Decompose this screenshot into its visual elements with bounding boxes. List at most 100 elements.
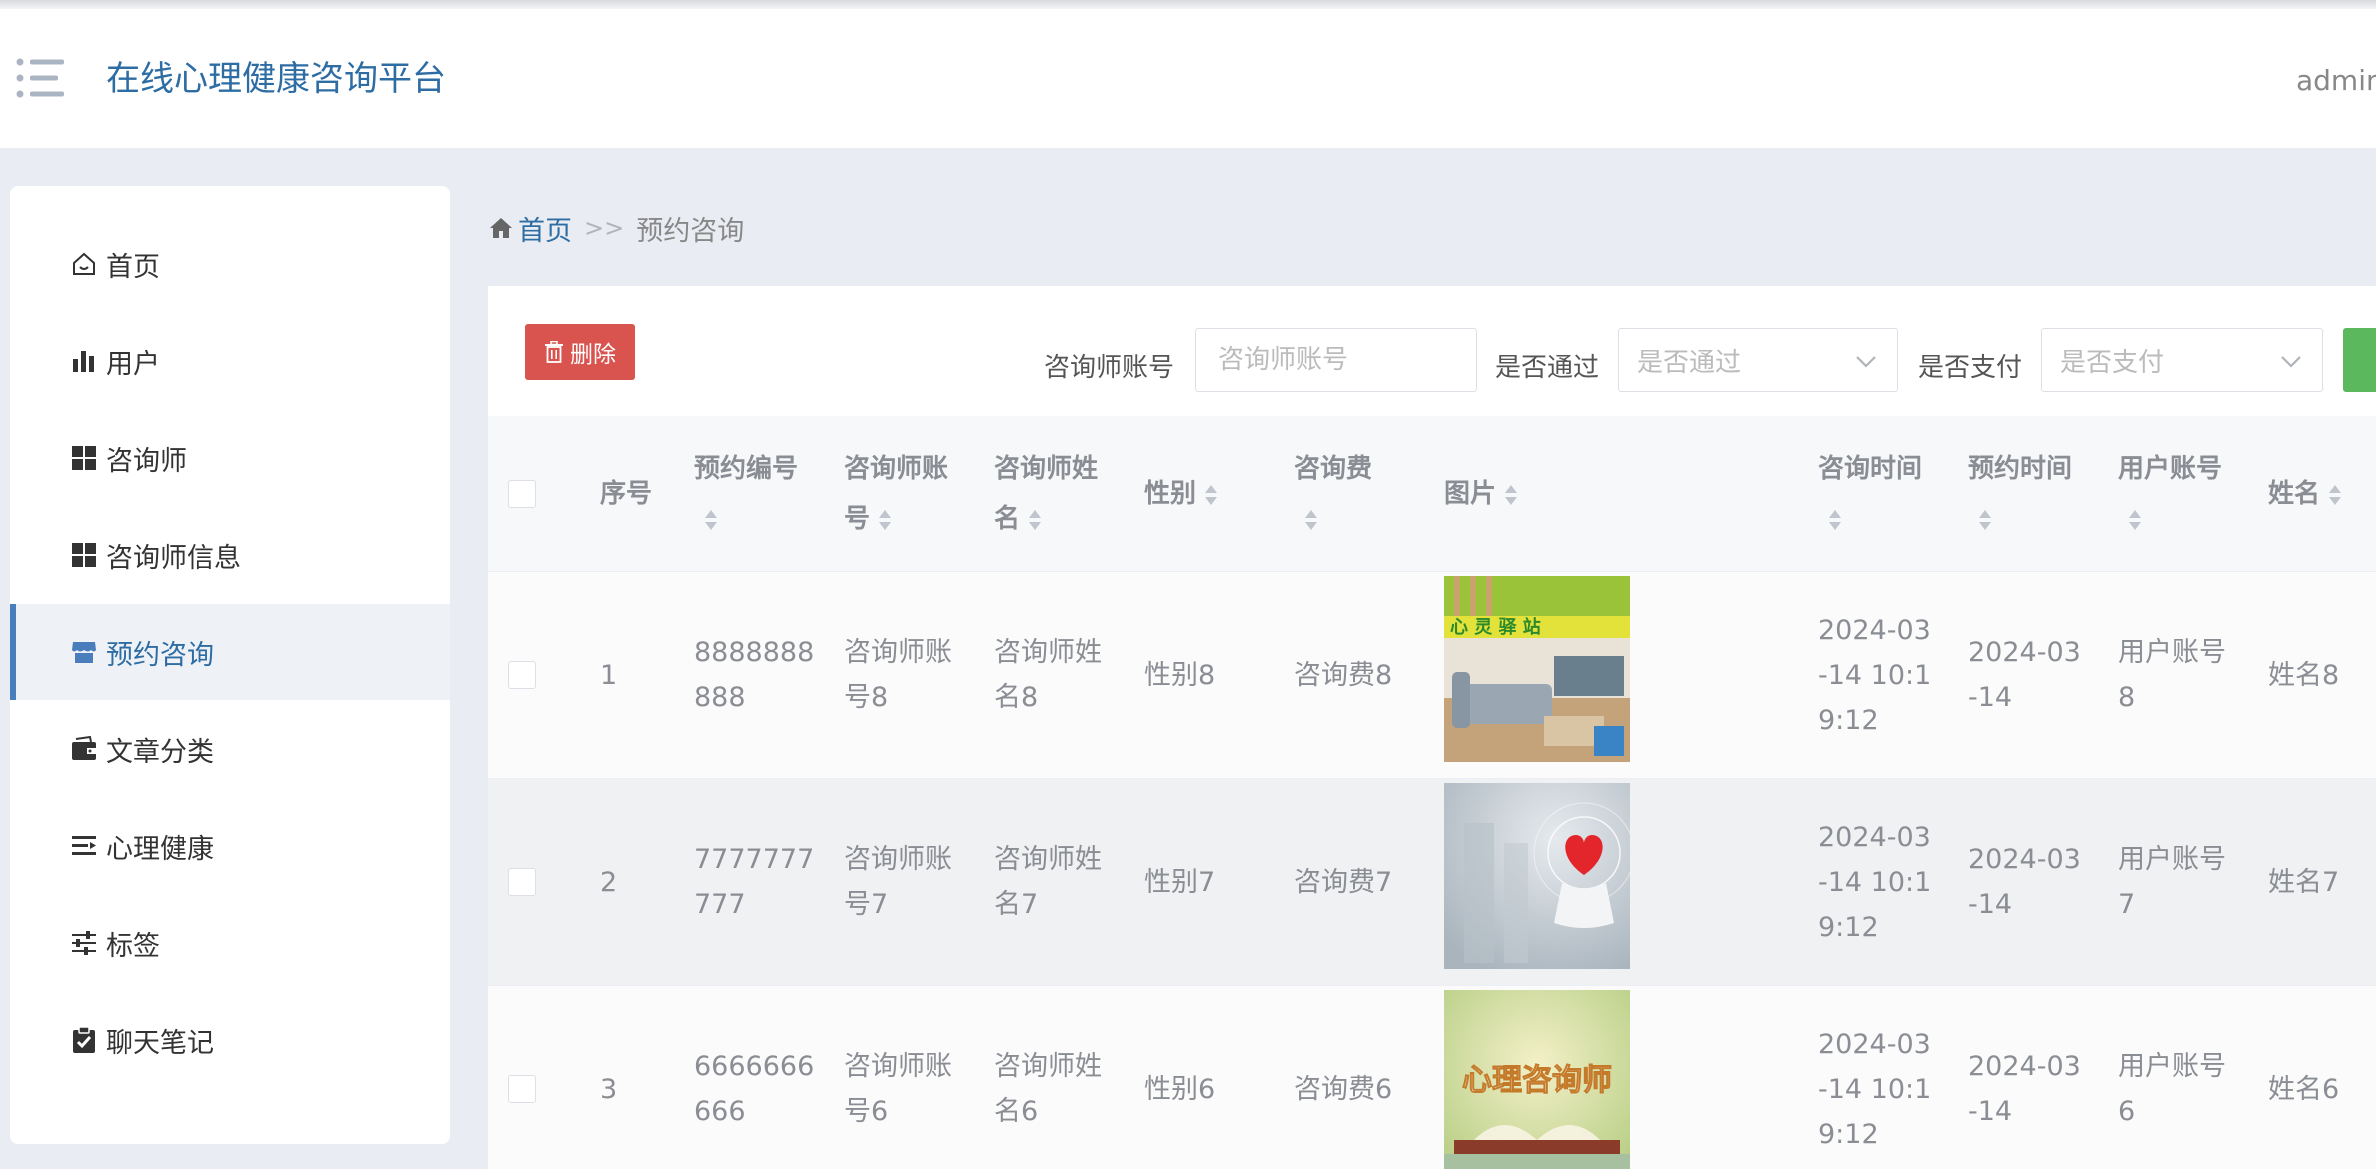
col-counselor-name-label-2: 名 [994,504,1021,534]
sidebar-item-label: 首页 [106,251,160,283]
cell-line: 号6 [844,1096,889,1127]
table-row[interactable]: 3 6666666 666 咨询师账 号6 咨询师姓 名6 性别6 咨询费6 心理咨询… [488,986,2376,1169]
cell-user-account: 用户账号 6 [2118,1044,2226,1134]
cell-counselor-name: 咨询师姓 名7 [994,837,1102,927]
cell-line: -14 10:1 [1818,1074,1932,1105]
row-checkbox[interactable] [508,868,536,896]
trash-icon [545,341,563,363]
grid-icon [68,442,100,474]
col-booking-no[interactable]: 预约编号 [694,444,798,544]
counselor-account-input[interactable] [1195,328,1477,392]
sidebar-item-tags[interactable]: 标签 [10,895,450,991]
cell-line: 666 [694,1096,746,1127]
search-button[interactable] [2343,328,2376,392]
sort-icon[interactable] [1026,507,1044,533]
breadcrumb-home-link[interactable]: 首页 [518,209,572,248]
cell-line: 7777777 [694,844,815,875]
cell-line: 7 [2118,889,2136,920]
col-image[interactable]: 图片 [1444,469,1520,519]
sidebar-item-chat-notes[interactable]: 聊天笔记 [10,992,450,1088]
cell-name: 姓名6 [2268,1074,2340,1105]
menu-toggle-icon[interactable] [16,57,66,99]
cell-line: -14 10:1 [1818,660,1932,691]
cell-user-account: 用户账号 7 [2118,837,2226,927]
breadcrumb: 首页 >> 预约咨询 [488,208,744,248]
col-name[interactable]: 姓名 [2268,469,2344,519]
sidebar-item-users[interactable]: 用户 [10,313,450,409]
cell-line: 咨询师姓 [994,1051,1102,1082]
row-checkbox[interactable] [508,1075,536,1103]
sidebar-item-counselor-info[interactable]: 咨询师信息 [10,507,450,603]
approved-select[interactable]: 是否通过 [1618,328,1898,392]
current-user[interactable]: admin [2296,63,2376,99]
select-all-checkbox[interactable] [508,480,536,508]
col-booking-time-label: 预约时间 [1968,454,2073,484]
bar-chart-icon [68,345,100,377]
col-gender-label: 性别 [1144,479,1197,509]
sidebar-item-label: 心理健康 [106,833,214,865]
sort-icon[interactable] [1202,482,1220,508]
sort-icon[interactable] [2326,482,2344,508]
sort-icon[interactable] [702,507,720,533]
sidebar-item-counselor[interactable]: 咨询师 [10,410,450,506]
col-counselor-name[interactable]: 咨询师姓 名 [994,444,1098,544]
col-counselor-account[interactable]: 咨询师账 号 [844,444,948,544]
clipboard-check-icon [68,1024,100,1056]
home-icon [490,218,512,238]
sort-icon[interactable] [876,507,894,533]
cell-line: 名6 [994,1096,1039,1127]
sort-icon[interactable] [1302,507,1320,533]
cell-line: 咨询师账 [844,637,952,668]
sidebar-item-label: 咨询师 [106,445,187,477]
cell-line: 2024-03 [1818,615,1931,646]
col-user-account-label: 用户账号 [2118,454,2223,484]
cell-line: 8 [2118,682,2136,713]
sidebar-item-article-category[interactable]: 文章分类 [10,701,450,797]
cell-image[interactable] [1444,783,1630,969]
approved-select-placeholder: 是否通过 [1637,347,1742,378]
sidebar: 首页 用户 咨询师 咨询师信息 预约咨询 文章分类 心理健康 标签 聊天笔记 [10,186,450,1144]
col-counselor-name-label: 咨询师姓 [994,454,1099,484]
cell-line: 用户账号 [2118,1051,2226,1082]
col-gender[interactable]: 性别 [1144,469,1220,519]
col-fee[interactable]: 咨询费 [1294,444,1372,544]
approved-label: 是否通过 [1495,353,1600,383]
cell-image[interactable]: 心理咨询师 [1444,990,1630,1169]
content-panel: 删除 咨询师账号 是否通过 是否通过 是否支付 是否支付 序号 预约编号 咨询师… [488,286,2376,1169]
grid-icon [68,539,100,571]
cell-gender: 性别7 [1144,867,1216,898]
cell-line: 9:12 [1818,1119,1879,1150]
cell-line: 777 [694,889,746,920]
sort-icon[interactable] [2126,507,2144,533]
col-consult-time[interactable]: 咨询时间 [1818,444,1922,544]
cell-user-account: 用户账号 8 [2118,630,2226,720]
sidebar-item-label: 聊天笔记 [106,1027,214,1059]
col-booking-no-label: 预约编号 [694,454,799,484]
paid-select[interactable]: 是否支付 [2041,328,2323,392]
cell-counselor-account: 咨询师账 号8 [844,630,952,720]
cell-booking-no: 7777777 777 [694,837,814,927]
cell-image[interactable]: 心 灵 驿 站 [1444,576,1630,762]
table-row[interactable]: 2 7777777 777 咨询师账 号7 咨询师姓 名7 性别7 咨询费7 2024… [488,779,2376,986]
table-row[interactable]: 1 8888888 888 咨询师账 号8 咨询师姓 名8 性别8 咨询费8 心 灵 … [488,572,2376,779]
cell-line: -14 [1968,1096,2013,1127]
sort-icon[interactable] [1826,507,1844,533]
col-user-account[interactable]: 用户账号 [2118,444,2222,544]
col-image-label: 图片 [1444,479,1497,509]
delete-button-label: 删除 [570,342,616,368]
cell-fee: 咨询费8 [1294,660,1393,691]
sidebar-item-mental-health[interactable]: 心理健康 [10,798,450,894]
sidebar-item-home[interactable]: 首页 [10,216,450,312]
cell-line: 咨询师姓 [994,637,1102,668]
sort-icon[interactable] [1502,482,1520,508]
col-consult-time-label: 咨询时间 [1818,454,1923,484]
cell-name: 姓名7 [2268,867,2340,898]
col-booking-time[interactable]: 预约时间 [1968,444,2072,544]
sidebar-item-booking[interactable]: 预约咨询 [10,604,450,700]
cell-index: 3 [600,1074,618,1105]
cell-gender: 性别8 [1144,660,1216,691]
row-checkbox[interactable] [508,661,536,689]
sort-icon[interactable] [1976,507,1994,533]
delete-button[interactable]: 删除 [525,324,635,380]
cell-line: 8888888 [694,637,815,668]
